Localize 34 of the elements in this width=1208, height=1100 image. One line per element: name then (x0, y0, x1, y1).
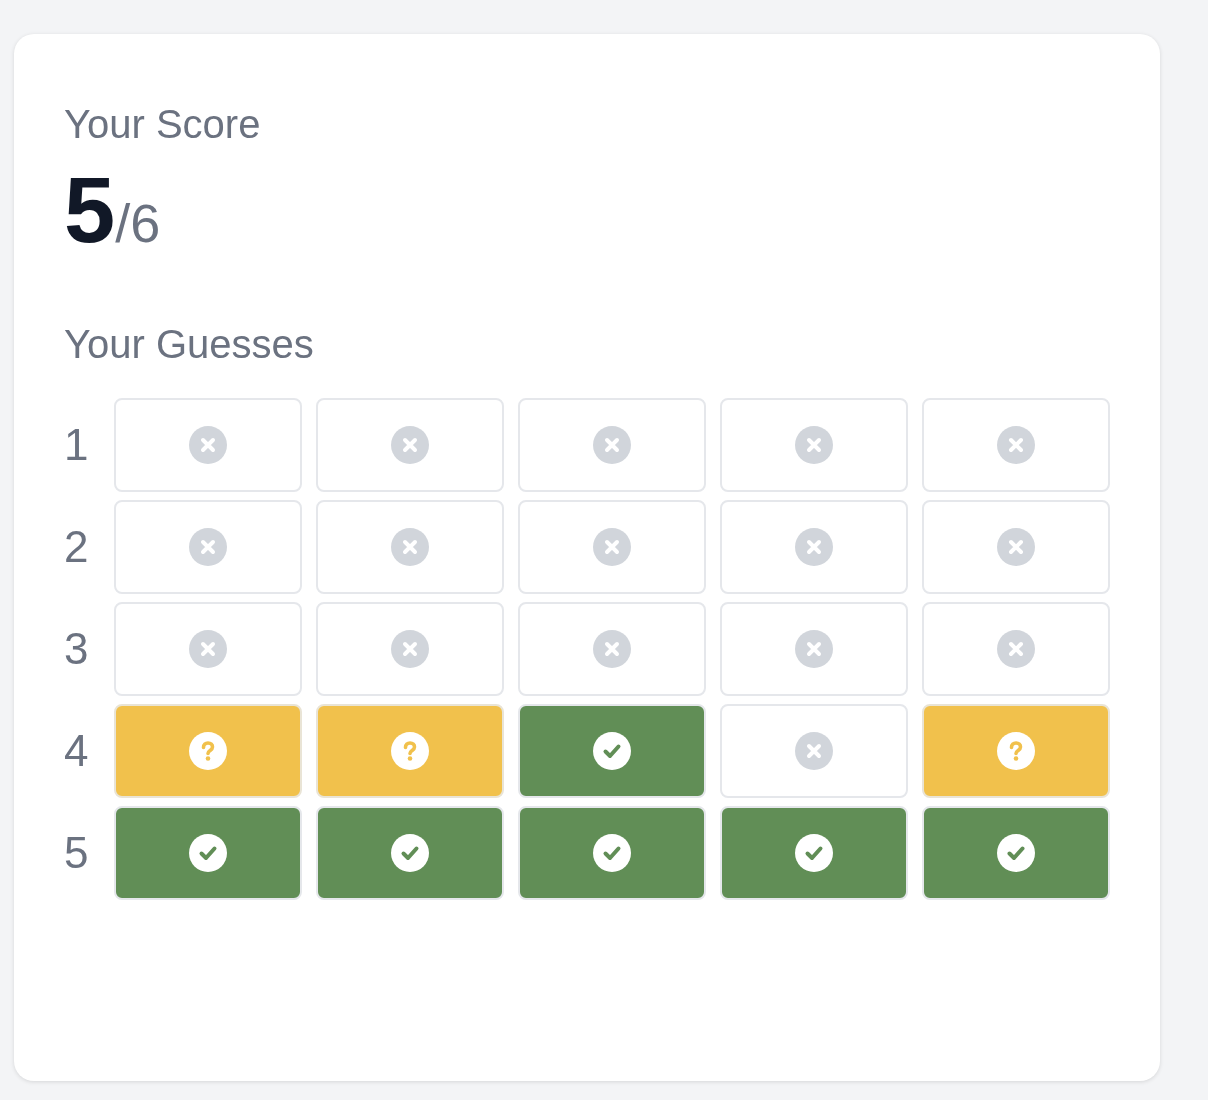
check-circle-icon (189, 834, 227, 872)
x-circle-icon (189, 528, 227, 566)
row-number: 3 (64, 624, 89, 674)
question-circle-icon (391, 732, 429, 770)
x-circle-icon (391, 426, 429, 464)
x-circle-icon (593, 630, 631, 668)
row-number: 5 (64, 828, 89, 878)
score-title: Your Score (64, 101, 261, 148)
x-circle-icon (795, 732, 833, 770)
check-circle-icon (593, 732, 631, 770)
x-circle-icon (593, 528, 631, 566)
x-circle-icon (997, 426, 1035, 464)
x-circle-icon (189, 426, 227, 464)
question-circle-icon (997, 732, 1035, 770)
row-number: 2 (64, 522, 89, 572)
x-circle-icon (997, 528, 1035, 566)
row-number: 4 (64, 726, 89, 776)
score-value: 5 (64, 164, 116, 256)
guesses-title: Your Guesses (64, 321, 314, 368)
x-circle-icon (391, 528, 429, 566)
x-circle-icon (795, 630, 833, 668)
x-circle-icon (391, 630, 429, 668)
x-circle-icon (795, 426, 833, 464)
row-number: 1 (64, 420, 89, 470)
x-circle-icon (189, 630, 227, 668)
check-circle-icon (997, 834, 1035, 872)
check-circle-icon (391, 834, 429, 872)
check-circle-icon (795, 834, 833, 872)
score-total: /6 (115, 196, 161, 250)
x-circle-icon (593, 426, 631, 464)
check-circle-icon (593, 834, 631, 872)
question-circle-icon (189, 732, 227, 770)
x-circle-icon (795, 528, 833, 566)
x-circle-icon (997, 630, 1035, 668)
